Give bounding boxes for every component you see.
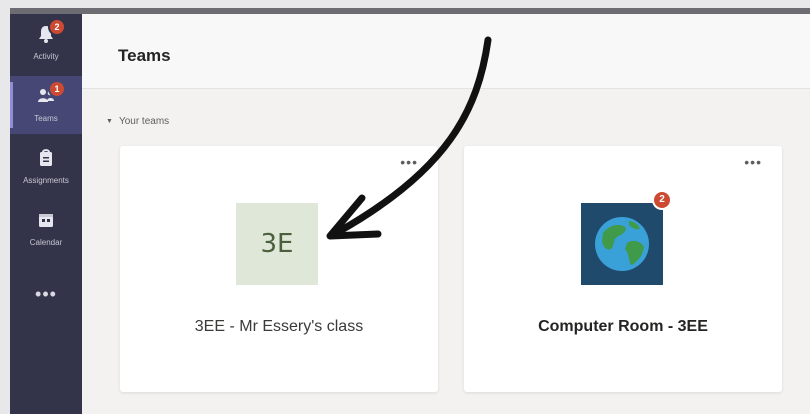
rail-item-label: Calendar (29, 238, 63, 247)
main-content: Teams ▼ Your teams ••• 3E 3EE - Mr Essery… (82, 14, 810, 414)
page-title: Teams (118, 46, 171, 65)
app-bar: 2 Activity 1 Teams Assignments Calendar … (10, 14, 82, 414)
team-card[interactable]: ••• 3E 3EE - Mr Essery's class (120, 146, 438, 392)
rail-item-assignments[interactable]: Assignments (10, 138, 82, 196)
notification-badge: 2 (654, 192, 670, 208)
your-teams-section-toggle[interactable]: ▼ Your teams (106, 116, 169, 127)
more-apps-button[interactable]: ••• (10, 284, 82, 305)
activity-badge: 2 (50, 20, 64, 34)
more-options-button[interactable]: ••• (744, 154, 762, 170)
section-label: Your teams (118, 116, 170, 127)
rail-item-teams[interactable]: 1 Teams (10, 76, 82, 134)
team-name: Computer Room - 3EE (538, 318, 708, 335)
rail-item-calendar[interactable]: Calendar (10, 200, 82, 258)
team-avatar: 3E (236, 203, 318, 285)
team-avatar (581, 203, 663, 285)
teams-badge: 1 (50, 82, 64, 96)
page-header: Teams (82, 14, 810, 89)
calendar-icon (39, 214, 53, 227)
teams-app-window: 2 Activity 1 Teams Assignments Calendar … (10, 8, 810, 414)
rail-item-activity[interactable]: 2 Activity (10, 14, 82, 72)
collapse-triangle-icon: ▼ (106, 118, 113, 125)
rail-item-label: Assignments (23, 176, 69, 185)
rail-item-label: Teams (34, 114, 58, 123)
team-card[interactable]: ••• 2 Computer Room - 3EE (464, 146, 782, 392)
rail-item-label: Activity (33, 52, 59, 61)
team-name: 3EE - Mr Essery's class (194, 318, 364, 335)
more-options-button[interactable]: ••• (400, 154, 418, 170)
assignments-icon (40, 149, 52, 166)
globe-icon (595, 217, 649, 271)
